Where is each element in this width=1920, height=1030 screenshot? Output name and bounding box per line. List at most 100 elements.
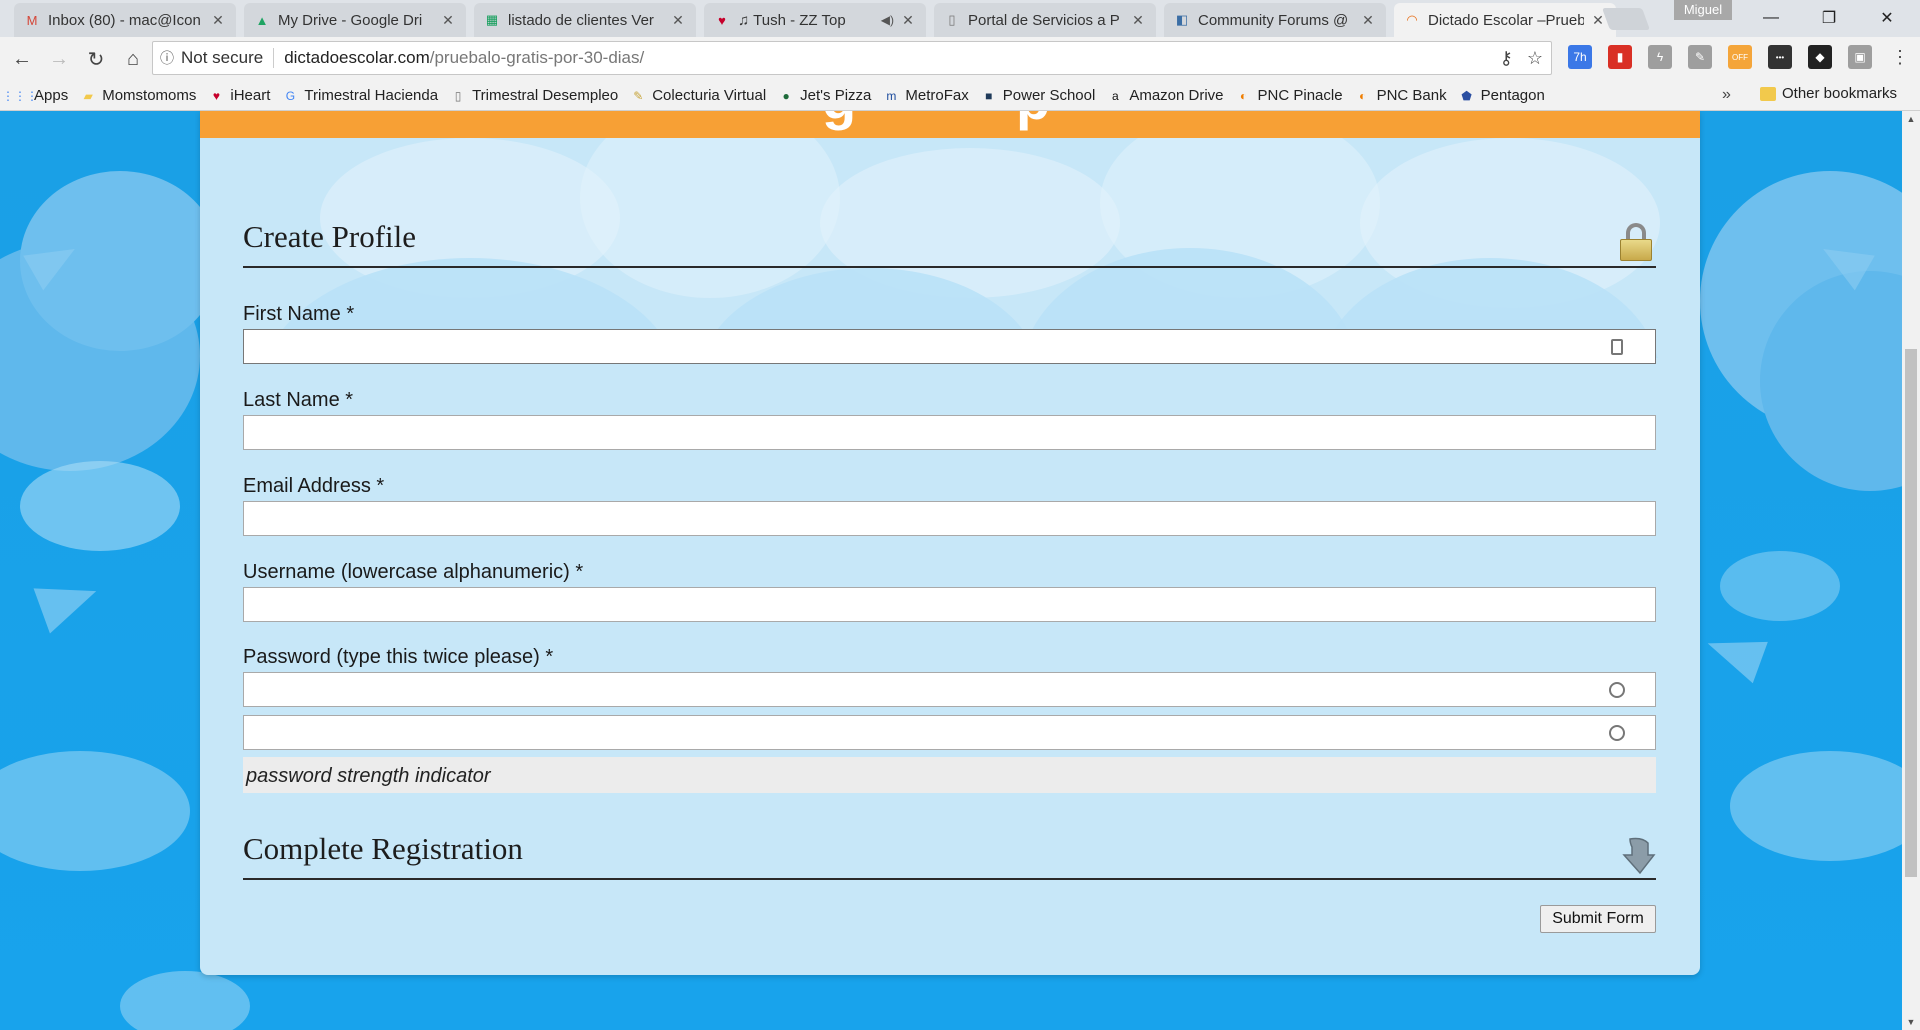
tab-close-icon[interactable]: ✕ bbox=[210, 12, 226, 29]
restore-button[interactable]: ❐ bbox=[1800, 0, 1858, 36]
password-key-icon[interactable] bbox=[1608, 681, 1626, 699]
tab-title: Portal de Servicios a P bbox=[968, 11, 1120, 29]
divider bbox=[273, 48, 275, 68]
password-strength-indicator: password strength indicator bbox=[243, 757, 1656, 793]
bookmark-item[interactable]: ✎ Colecturia Virtual bbox=[630, 87, 766, 104]
tab-title: Dictado Escolar –Prueb bbox=[1428, 11, 1584, 29]
other-bookmarks-label: Other bookmarks bbox=[1782, 85, 1898, 102]
shield-extension-icon[interactable]: ◆ bbox=[1808, 45, 1832, 69]
address-bar[interactable]: ⓘ Not secure dictadoescolar.com /pruebal… bbox=[152, 41, 1552, 75]
bookmark-item[interactable]: ▯ Trimestral Desempleo bbox=[450, 87, 618, 104]
username-label: Username (lowercase alphanumeric) * bbox=[243, 561, 584, 583]
password-confirm-field[interactable] bbox=[243, 715, 1656, 750]
tab-favicon-icon: ♥ bbox=[718, 12, 726, 28]
feed-extension-icon[interactable]: OFF bbox=[1728, 45, 1752, 69]
browser-tab[interactable]: ◠ Dictado Escolar –Prueb ✕ bbox=[1394, 3, 1616, 37]
create-profile-heading: Create Profile bbox=[243, 219, 417, 254]
tab-audio-icon[interactable]: ◀) bbox=[881, 13, 894, 27]
scroll-thumb[interactable] bbox=[1905, 349, 1917, 877]
close-window-button[interactable]: ✕ bbox=[1858, 0, 1916, 36]
key-icon[interactable]: ⚷ bbox=[1500, 48, 1513, 69]
star-icon[interactable]: ☆ bbox=[1527, 48, 1543, 69]
info-icon[interactable]: ⓘ bbox=[153, 48, 181, 68]
email-field[interactable] bbox=[243, 501, 1656, 536]
minimize-button[interactable]: — bbox=[1742, 0, 1800, 36]
page-banner: g p bbox=[200, 111, 1700, 138]
new-tab-button[interactable] bbox=[1601, 8, 1651, 30]
section-divider bbox=[243, 878, 1656, 880]
bookmark-item[interactable]: ⋮⋮⋮ Apps bbox=[2, 87, 69, 104]
bookmark-item[interactable]: ▰ Momstomoms bbox=[80, 87, 197, 104]
browser-tab[interactable]: ▯ Portal de Servicios a P ✕ bbox=[934, 3, 1156, 37]
profile-button[interactable]: Miguel bbox=[1674, 0, 1732, 20]
tab-favicon-icon: M bbox=[26, 12, 38, 28]
bookmarks-bar: ⋮⋮⋮ Apps ▰ Momstomoms ♥ iHeart G Trimestral Hac… bbox=[0, 81, 1920, 111]
browser-tab[interactable]: ◧ Community Forums @ ✕ bbox=[1164, 3, 1386, 37]
browser-tab[interactable]: M Inbox (80) - mac@Icon ✕ bbox=[14, 3, 236, 37]
browser-tab[interactable]: ▦ listado de clientes Ver ✕ bbox=[474, 3, 696, 37]
tools-extension-icon[interactable]: ✎ bbox=[1688, 45, 1712, 69]
pdf-extension-icon[interactable]: ▮ bbox=[1608, 45, 1632, 69]
bookmark-icon: m bbox=[886, 88, 897, 103]
bookmark-item[interactable]: G Trimestral Hacienda bbox=[282, 87, 438, 104]
password-key-icon[interactable] bbox=[1608, 724, 1626, 742]
page-viewport: g p Create Profile First Name * Last Nam… bbox=[0, 111, 1902, 1030]
bookmark-icon: ▯ bbox=[454, 88, 462, 103]
tab-close-icon[interactable]: ✕ bbox=[900, 12, 916, 29]
back-icon[interactable]: ← bbox=[7, 44, 37, 74]
complete-registration-heading: Complete Registration bbox=[243, 831, 523, 866]
reload-icon[interactable]: ↻ bbox=[81, 44, 111, 74]
background-cloud bbox=[120, 971, 250, 1030]
bookmark-icon: G bbox=[285, 88, 296, 103]
menu-extension-icon[interactable]: ⋮ bbox=[1888, 45, 1912, 69]
browser-tab[interactable]: ♥ ♫ Tush - ZZ Top ◀) ✕ bbox=[704, 3, 926, 37]
tab-close-icon[interactable]: ✕ bbox=[670, 12, 686, 29]
bookmark-item[interactable]: a Amazon Drive bbox=[1107, 87, 1224, 104]
page-scrollbar[interactable]: ▲ ▼ bbox=[1902, 111, 1920, 1030]
dots-extension-icon[interactable]: ••• bbox=[1768, 45, 1792, 69]
bookmark-label: Apps bbox=[34, 87, 69, 104]
tab-close-icon[interactable]: ✕ bbox=[1130, 12, 1146, 29]
bookmark-item[interactable]: ◐ PNC Bank bbox=[1355, 87, 1447, 104]
submit-form-button[interactable]: Submit Form bbox=[1540, 905, 1656, 933]
bookmark-icon: ◐ bbox=[1239, 88, 1248, 103]
tab-favicon-icon: ▯ bbox=[948, 12, 956, 27]
download-arrow-icon bbox=[1622, 837, 1656, 875]
tab-close-icon[interactable]: ✕ bbox=[1360, 12, 1376, 29]
last-name-label: Last Name * bbox=[243, 389, 354, 411]
browser-tab[interactable]: ▲ My Drive - Google Dri ✕ bbox=[244, 3, 466, 37]
first-name-label: First Name * bbox=[243, 303, 355, 325]
scroll-down-icon[interactable]: ▼ bbox=[1902, 1014, 1920, 1030]
bookmark-item[interactable]: ■ Power School bbox=[981, 87, 1096, 104]
bookmark-label: Power School bbox=[1002, 87, 1096, 104]
tab-close-icon[interactable]: ✕ bbox=[440, 12, 456, 29]
bookmark-item[interactable]: ♥ iHeart bbox=[208, 87, 271, 104]
calendar-extension-icon[interactable]: 7h bbox=[1568, 45, 1592, 69]
username-field[interactable] bbox=[243, 587, 1656, 622]
bookmark-item[interactable]: m MetroFax bbox=[883, 87, 968, 104]
bookmark-item[interactable]: ● Jet's Pizza bbox=[778, 87, 872, 104]
bookmark-label: Trimestral Desempleo bbox=[472, 87, 619, 104]
home-icon[interactable]: ⌂ bbox=[118, 44, 148, 74]
forward-icon[interactable]: → bbox=[44, 44, 74, 74]
first-name-field[interactable] bbox=[243, 329, 1656, 364]
tab-title: Community Forums @ bbox=[1198, 11, 1349, 29]
bookmark-item[interactable]: ◐ PNC Pinacle bbox=[1236, 87, 1343, 104]
lock-icon bbox=[1620, 223, 1652, 261]
square-extension-icon[interactable]: ▣ bbox=[1848, 45, 1872, 69]
other-bookmarks[interactable]: Other bookmarks bbox=[1760, 85, 1897, 102]
bookmark-icon: ⋮⋮⋮ bbox=[2, 88, 38, 103]
bookmark-item[interactable]: ⬟ Pentagon bbox=[1459, 87, 1544, 104]
last-name-field[interactable] bbox=[243, 415, 1656, 450]
tab-title: Inbox (80) - mac@Icon bbox=[48, 11, 201, 29]
contact-card-icon[interactable] bbox=[1608, 338, 1626, 356]
registration-card: g p Create Profile First Name * Last Nam… bbox=[200, 111, 1700, 975]
password-field[interactable] bbox=[243, 672, 1656, 707]
tab-title: ♫ Tush - ZZ Top bbox=[738, 11, 846, 29]
bookmark-label: Jet's Pizza bbox=[800, 87, 872, 104]
browser-toolbar: ← → ↻ ⌂ ⓘ Not secure dictadoescolar.com … bbox=[0, 37, 1920, 81]
scroll-up-icon[interactable]: ▲ bbox=[1902, 111, 1920, 127]
lightning-extension-icon[interactable]: ϟ bbox=[1648, 45, 1672, 69]
background-cloud bbox=[0, 751, 190, 871]
more-bookmarks-button[interactable]: » bbox=[1722, 86, 1731, 104]
